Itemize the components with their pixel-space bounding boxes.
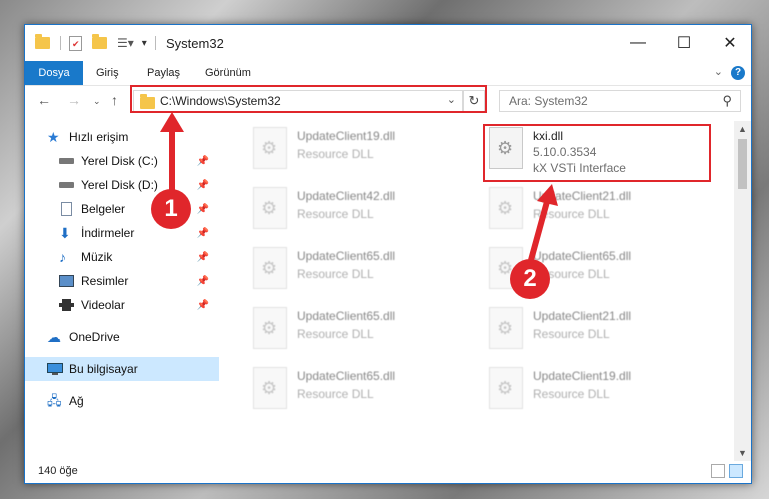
arrow-2-shaft bbox=[528, 197, 551, 261]
step-2-badge: 2 bbox=[510, 259, 550, 299]
step-1-badge: 1 bbox=[151, 189, 191, 229]
annotation-arrows bbox=[160, 112, 558, 261]
arrow-1-head bbox=[160, 112, 184, 132]
arrow-2-head bbox=[537, 184, 558, 206]
